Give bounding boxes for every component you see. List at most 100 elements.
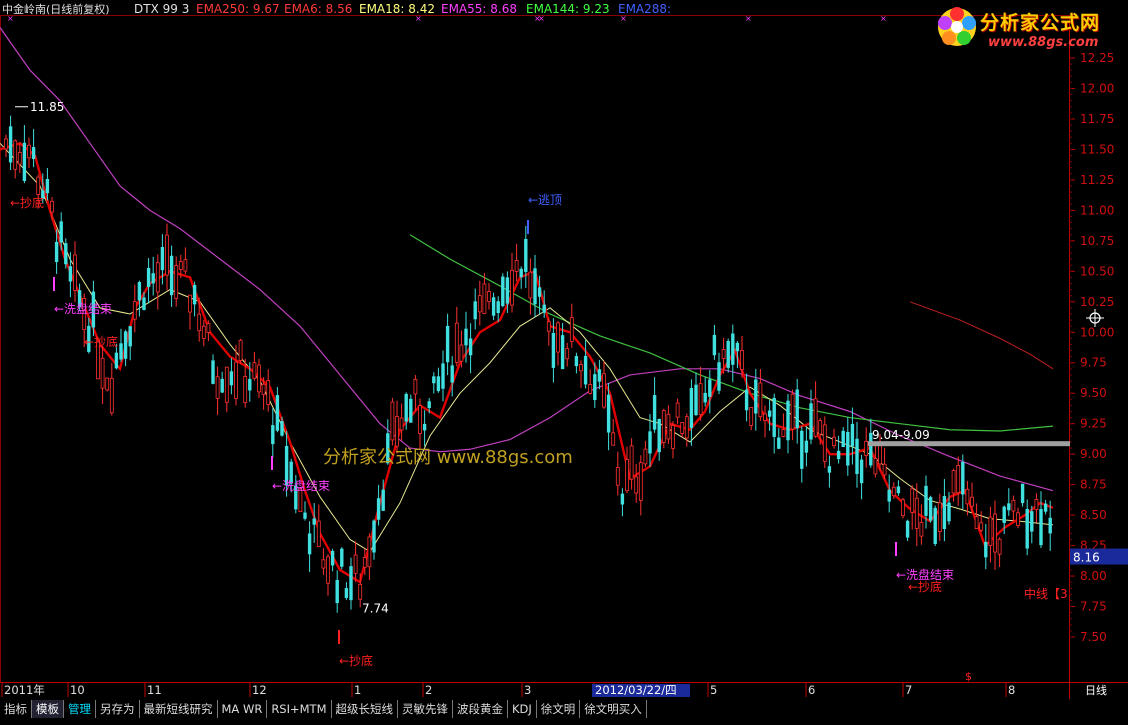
low-label: 7.74 — [362, 602, 389, 616]
y-tick-label: 11.50 — [1080, 142, 1114, 156]
candle-body — [234, 361, 238, 399]
signal-bottom-3: ←抄底 — [339, 653, 373, 668]
tab-9[interactable]: 波段黄金 — [453, 700, 508, 718]
candle-body — [671, 425, 675, 449]
x-tick-label: 7 — [905, 683, 912, 697]
tab-5[interactable]: MA WR — [218, 700, 268, 718]
candle-body — [542, 304, 546, 313]
candle-body — [620, 493, 625, 505]
ema-label: EMA18: 8.42 — [359, 2, 435, 16]
candle-body — [721, 349, 726, 359]
signal-washout-1: ←洗盘结束 — [54, 301, 112, 316]
candle-body — [813, 398, 818, 437]
tab-10[interactable]: KDJ — [508, 700, 537, 718]
candle-body — [224, 366, 229, 403]
candle-body — [399, 417, 404, 431]
candle-body — [827, 466, 832, 473]
tab-4[interactable]: 最新短线研究 — [140, 700, 218, 718]
tab-8[interactable]: 灵敏先锋 — [398, 700, 453, 718]
candle-body — [781, 429, 786, 437]
candle-body — [1043, 503, 1048, 512]
candle-body — [409, 398, 413, 423]
candle-body — [997, 538, 1002, 555]
candle-body — [703, 392, 707, 403]
flower-icon — [938, 7, 976, 46]
candle-body — [206, 322, 211, 333]
candle-body — [767, 410, 772, 417]
candle-body — [376, 498, 381, 520]
candle-body — [422, 423, 427, 431]
candle-body — [123, 331, 128, 359]
candle-body — [910, 488, 915, 513]
candle-body — [73, 254, 77, 291]
candle-body — [588, 384, 593, 394]
candle-body — [372, 520, 376, 553]
y-tick-label: 12.00 — [1080, 81, 1114, 95]
ema250-line — [909, 301, 1054, 370]
candle-body — [965, 488, 970, 505]
top-marker: × — [880, 14, 887, 23]
candle-body — [188, 294, 192, 313]
tab-0[interactable]: 指标 — [0, 700, 32, 718]
candle-body — [979, 522, 984, 531]
candle-body — [606, 394, 611, 433]
x-tick-label: 2 — [425, 683, 432, 697]
tab-2[interactable]: 管理 — [64, 700, 96, 718]
candle-body — [330, 550, 335, 566]
candle-body — [280, 421, 284, 436]
candle-body — [362, 557, 367, 568]
x-tick-label: 11 — [147, 683, 162, 697]
candle-body — [795, 389, 799, 429]
watermark: 分析家公式网 www.88gs.com — [323, 447, 573, 468]
candle-body — [551, 332, 556, 368]
tab-1[interactable]: 模板 — [32, 700, 64, 718]
candle-body — [611, 432, 616, 446]
candle-body — [432, 376, 436, 384]
candle-body — [689, 388, 694, 428]
candle-body — [59, 221, 63, 243]
candle-body — [629, 445, 634, 480]
stock-title: 中金岭南(日线前复权) — [2, 2, 110, 16]
candle-body — [593, 374, 597, 401]
candle-body — [638, 462, 643, 501]
indicator-label: DTX 99 3 — [134, 2, 189, 16]
x-tick-label: 5 — [710, 683, 717, 697]
candle-body — [174, 265, 179, 299]
candle-body — [454, 322, 459, 363]
candle-body — [464, 328, 468, 346]
midline-label: 中线【3 — [1024, 586, 1068, 601]
candle-body — [924, 485, 928, 516]
tab-7[interactable]: 超级长短线 — [332, 700, 398, 718]
candle-body — [344, 588, 349, 599]
candle-body — [878, 443, 882, 465]
candle-body — [395, 416, 399, 447]
candle-body — [873, 458, 878, 475]
candle-body — [850, 423, 855, 447]
candle-body — [841, 430, 845, 448]
tab-12[interactable]: 徐文明买入 — [580, 700, 647, 718]
price-chart: 12.2512.0011.7511.5011.2511.0010.7510.50… — [0, 2, 1128, 699]
top-marker: × — [745, 14, 752, 23]
candle-body — [786, 400, 790, 441]
candle-body — [615, 467, 620, 486]
tab-3[interactable]: 另存为 — [96, 700, 140, 718]
candle-body — [8, 126, 13, 163]
y-tick-label: 9.50 — [1080, 386, 1107, 400]
candle-body — [744, 389, 749, 411]
candle-body — [473, 301, 477, 320]
candle-body — [933, 507, 937, 545]
candle-body — [353, 554, 358, 574]
candle-body — [105, 377, 110, 391]
candle-body — [528, 271, 533, 299]
candle-body — [634, 476, 639, 494]
candle-body — [859, 459, 864, 484]
candle-body — [169, 255, 174, 296]
tab-6[interactable]: RSI+MTM — [267, 700, 332, 718]
period-label: 日线 — [1085, 683, 1107, 697]
candle-body — [942, 496, 947, 530]
tab-11[interactable]: 徐文明 — [537, 700, 581, 718]
ema-label: EMA288: — [618, 2, 671, 16]
x-tick-label: 12 — [252, 683, 267, 697]
y-tick-label: 10.00 — [1080, 325, 1114, 339]
candle-body — [450, 365, 454, 383]
